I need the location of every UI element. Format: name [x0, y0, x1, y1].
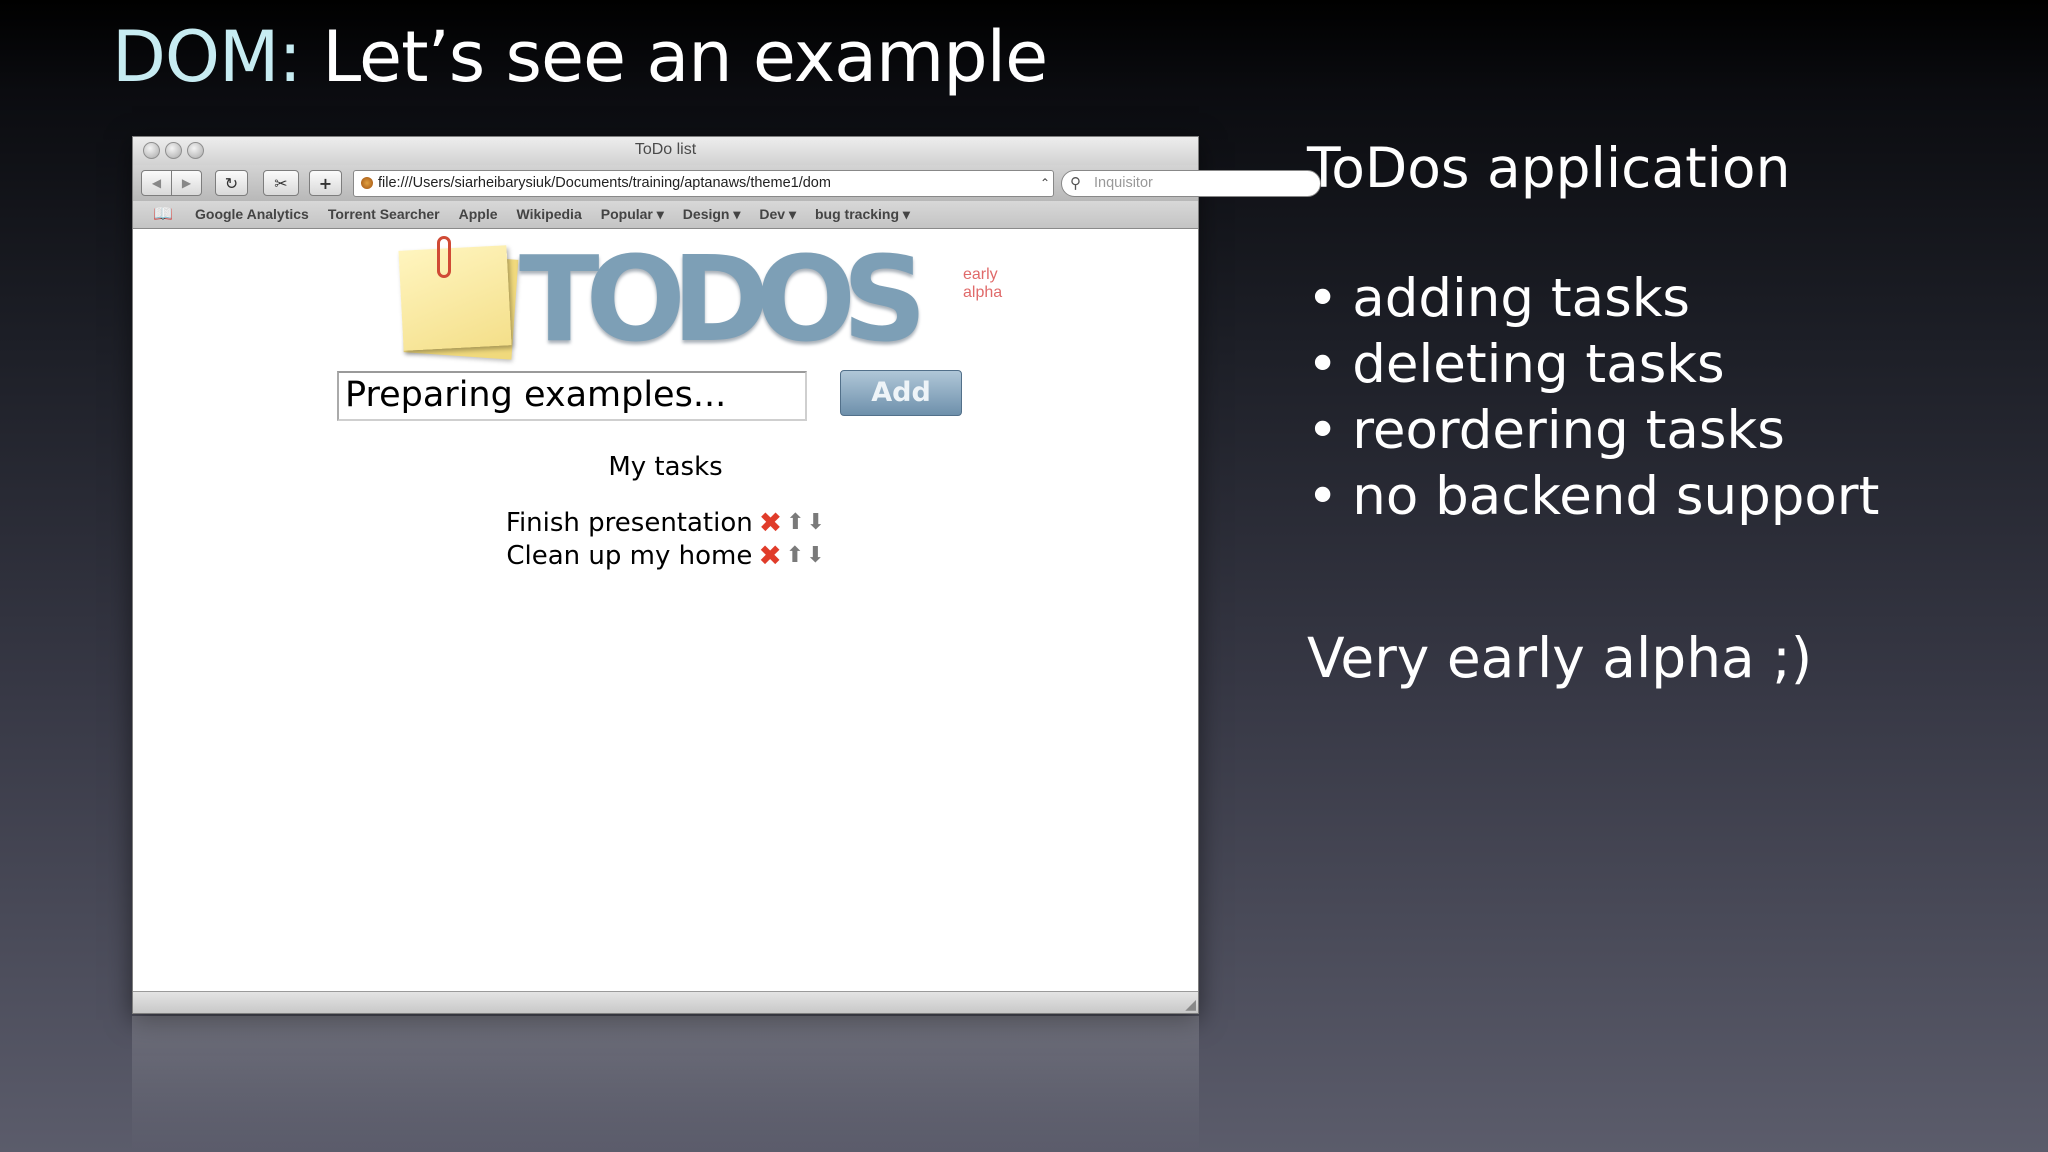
browser-titlebar[interactable]: ToDo list	[133, 137, 1198, 165]
add-task-button[interactable]: Add	[840, 370, 962, 416]
browser-window: ToDo list ◀ ▶ ↻ ✂ + file:///Users/siarhe…	[132, 136, 1321, 1014]
search-input[interactable]: ⚲ Inquisitor	[1061, 170, 1321, 197]
bullet-item: no backend support	[1307, 466, 1879, 532]
tasks-heading: My tasks	[608, 452, 723, 482]
search-icon: ⚲	[1070, 175, 1081, 192]
url-field[interactable]: file:///Users/siarheibarysiuk/Documents/…	[353, 170, 1054, 197]
bookmark-bug-tracking[interactable]: bug tracking ▾	[815, 206, 910, 223]
delete-icon[interactable]: ✖	[759, 508, 782, 537]
window-title: ToDo list	[634, 141, 697, 158]
bullet-item: adding tasks	[1307, 268, 1879, 334]
bookmarks-bar: 📖 Google Analytics Torrent Searcher Appl…	[133, 201, 1198, 229]
delete-icon[interactable]: ✖	[758, 541, 781, 570]
url-text: file:///Users/siarheibarysiuk/Documents/…	[378, 175, 831, 191]
reload-icon: ↻	[224, 173, 239, 193]
bullet-item: deleting tasks	[1307, 334, 1879, 400]
chevron-up-icon[interactable]: ⌃	[1040, 171, 1050, 196]
paperclip-icon	[437, 236, 451, 278]
feature-bullets: adding tasks deleting tasks reordering t…	[1307, 268, 1879, 532]
slide-title-text: Let’s see an example	[300, 16, 1048, 98]
forward-button[interactable]: ▶	[171, 170, 202, 196]
add-bookmark-button[interactable]: +	[309, 170, 342, 196]
bullet-item: reordering tasks	[1307, 400, 1879, 466]
bookmark-apple[interactable]: Apple	[459, 206, 498, 223]
browser-toolbar: ◀ ▶ ↻ ✂ + file:///Users/siarheibarysiuk/…	[133, 165, 1321, 201]
list-item: Finish presentation ✖ ⬆ ⬇	[133, 506, 1198, 539]
todos-logo: TODOS early alpha	[391, 230, 1002, 368]
bookmark-torrent-searcher[interactable]: Torrent Searcher	[328, 206, 440, 223]
arrow-down-icon[interactable]: ⬇	[807, 511, 825, 534]
bookmark-dev[interactable]: Dev ▾	[759, 206, 796, 223]
logo-tagline: early alpha	[963, 266, 1003, 301]
task-input[interactable]: Preparing examples...	[337, 371, 807, 421]
bookmark-design[interactable]: Design ▾	[683, 206, 741, 223]
closing-text: Very early alpha ;)	[1307, 626, 1813, 690]
arrow-up-icon[interactable]: ⬆	[786, 544, 804, 567]
bookmark-wikipedia[interactable]: Wikipedia	[517, 206, 582, 223]
arrow-up-icon[interactable]: ⬆	[786, 511, 804, 534]
scissors-icon: ✂	[274, 173, 288, 193]
sticky-note-icon	[398, 245, 512, 351]
logo-text: TODOS	[519, 230, 927, 368]
favicon-icon	[361, 177, 373, 189]
resize-grip-icon[interactable]: ◢	[1185, 997, 1196, 1013]
bookmark-popular[interactable]: Popular ▾	[601, 206, 664, 223]
task-actions: ✖ ⬆ ⬇	[759, 508, 825, 537]
task-actions: ✖ ⬆ ⬇	[758, 541, 824, 570]
right-heading: ToDos application	[1307, 136, 1791, 200]
bookmarks-book-icon[interactable]: 📖	[153, 204, 173, 223]
slide-title: DOM: Let’s see an example	[112, 16, 1048, 98]
bookmark-google-analytics[interactable]: Google Analytics	[195, 206, 309, 223]
snippet-button[interactable]: ✂	[263, 170, 299, 196]
task-text: Finish presentation	[505, 507, 753, 538]
slide-title-accent: DOM:	[112, 16, 302, 98]
back-button[interactable]: ◀	[141, 170, 172, 196]
browser-reflection	[132, 1016, 1199, 1152]
status-bar: ◢	[133, 991, 1198, 1013]
search-placeholder: Inquisitor	[1094, 175, 1153, 191]
plus-icon: +	[318, 173, 333, 193]
back-icon: ◀	[151, 176, 162, 190]
list-item: Clean up my home ✖ ⬆ ⬇	[133, 539, 1198, 572]
page-content: TODOS early alpha Preparing examples... …	[133, 230, 1198, 992]
task-text: Clean up my home	[506, 540, 753, 571]
task-list: Finish presentation ✖ ⬆ ⬇ Clean up my ho…	[133, 506, 1198, 572]
bookmarks-list: Google Analytics Torrent Searcher Apple …	[195, 206, 929, 223]
reload-button[interactable]: ↻	[215, 170, 248, 196]
arrow-down-icon[interactable]: ⬇	[806, 544, 824, 567]
forward-icon: ▶	[181, 176, 192, 190]
